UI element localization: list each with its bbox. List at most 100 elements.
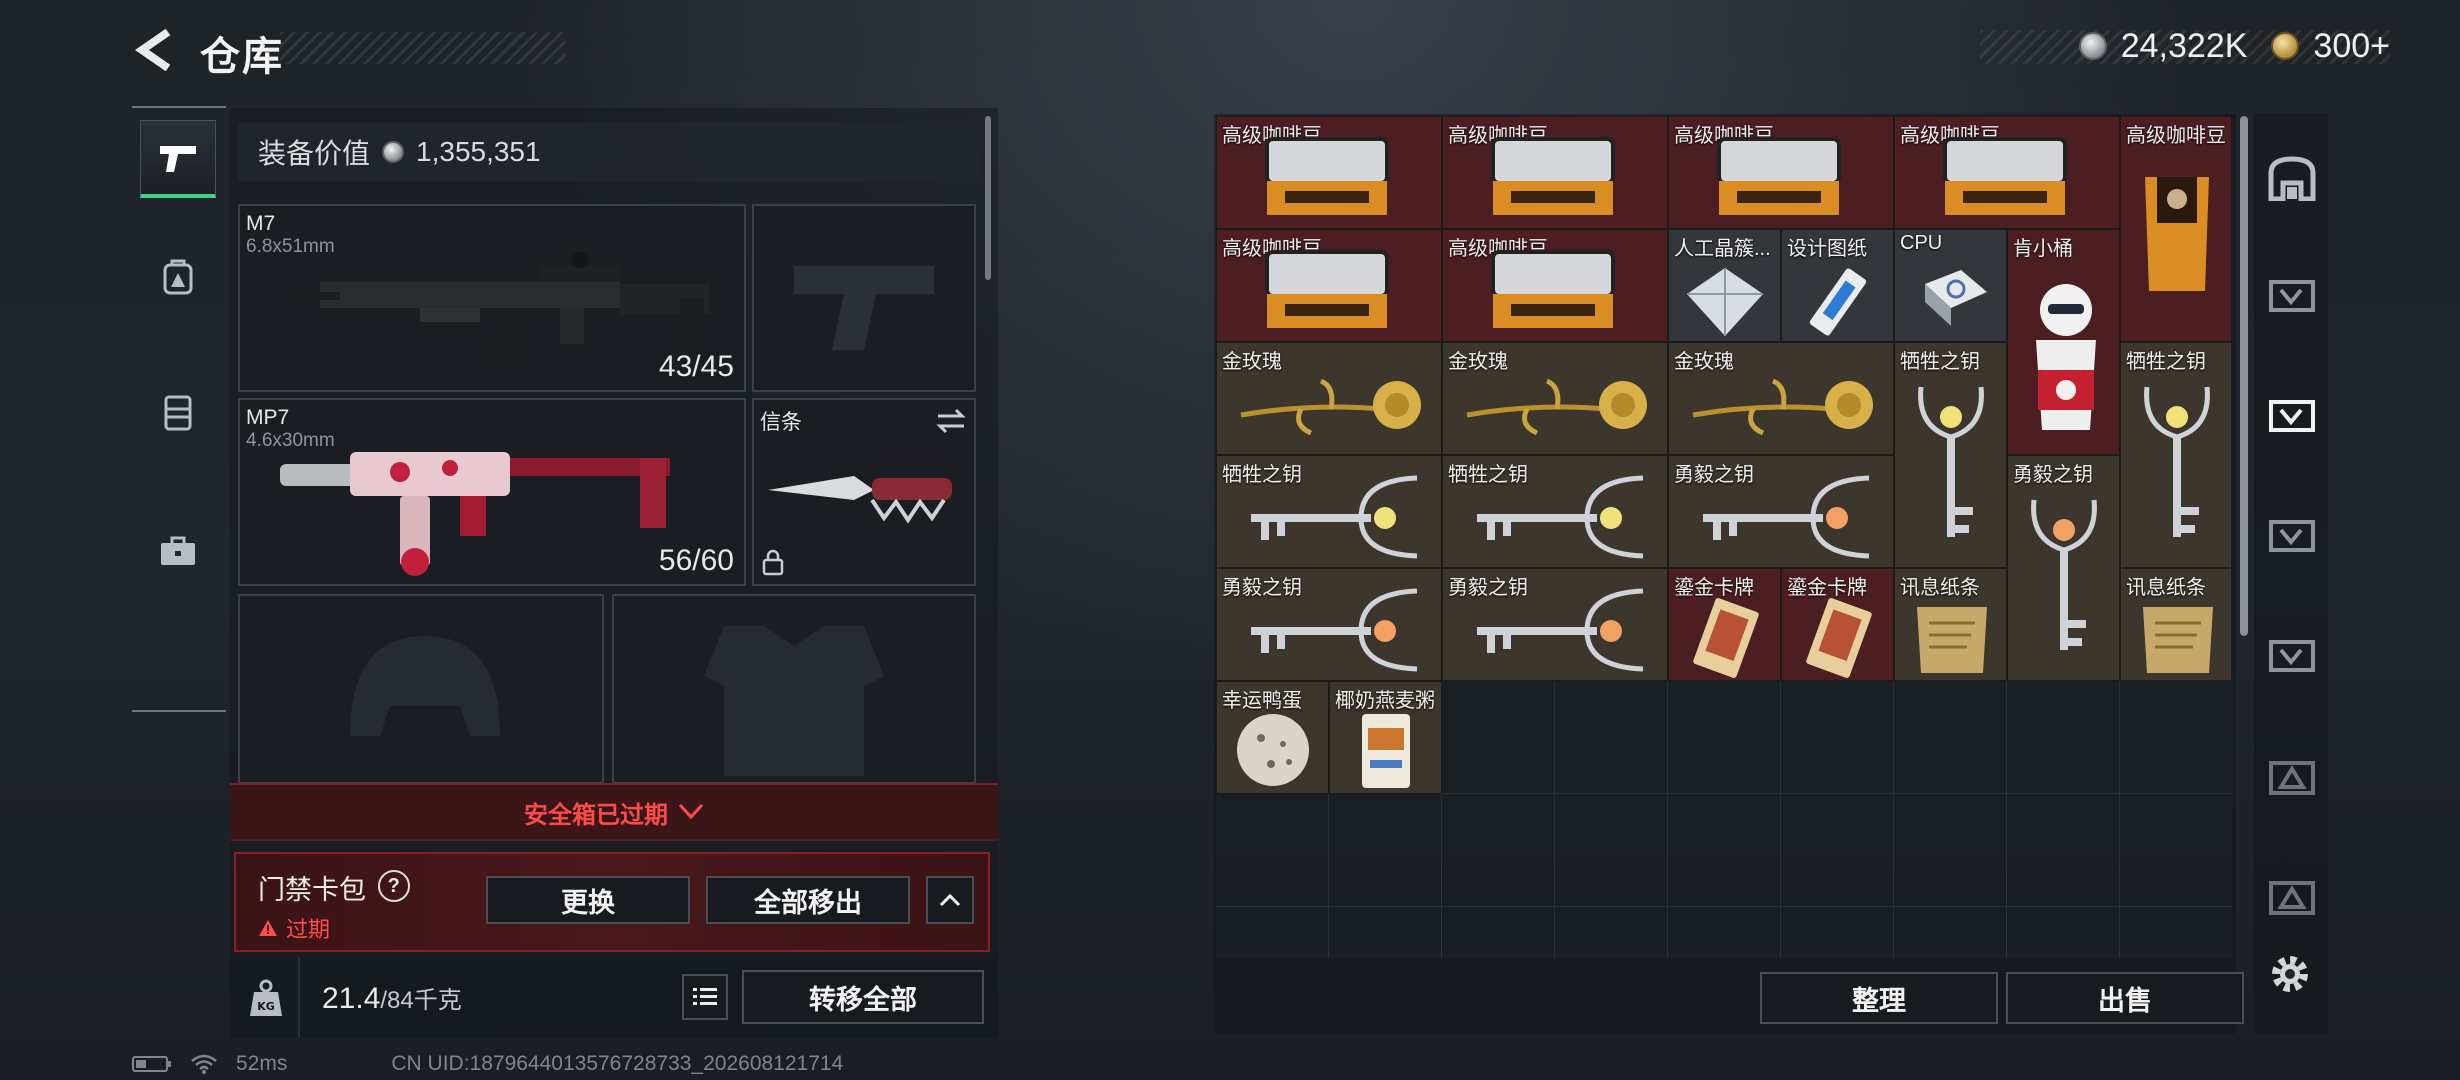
collapse-button[interactable]	[926, 876, 974, 924]
sort-button[interactable]: 整理	[1760, 972, 1998, 1024]
grid-item-design-blueprint[interactable]: 设计图纸	[1781, 229, 1894, 342]
replace-button[interactable]: 更换	[486, 876, 690, 924]
max-weight: /84千克	[380, 987, 462, 1014]
grid-item-gilded-card[interactable]: 鎏金卡牌	[1668, 568, 1781, 681]
key-vertical-icon	[2031, 499, 2097, 650]
help-icon[interactable]: ?	[371, 863, 417, 909]
equipment-scrollbar[interactable]	[985, 116, 991, 280]
grid-cell[interactable]	[1894, 907, 2007, 958]
grid-cell[interactable]	[1668, 794, 1781, 907]
grid-cell[interactable]	[1781, 907, 1894, 958]
grid-item-valor-key[interactable]: 勇毅之钥	[2007, 455, 2120, 681]
grid-item-sacrifice-key[interactable]: 牺牲之钥	[1216, 455, 1442, 568]
grid-item-kfc-bucket[interactable]: 肯小桶	[2007, 229, 2120, 455]
grid-cell[interactable]	[2120, 794, 2232, 907]
rail-container-tab-3[interactable]	[2264, 508, 2320, 564]
rail-container-tab-1[interactable]	[2264, 268, 2320, 324]
grid-cell[interactable]	[1668, 907, 1781, 958]
grid-item-coffee-beans[interactable]: 高级咖啡豆	[1894, 116, 2120, 229]
grid-cell[interactable]	[2007, 681, 2120, 794]
grid-item-message-note[interactable]: 讯息纸条	[1894, 568, 2007, 681]
grid-item-gold-rose[interactable]: 金玫瑰	[1668, 342, 1894, 455]
helmet-slot[interactable]	[238, 594, 604, 784]
melee-slot[interactable]: 信条	[752, 398, 976, 586]
grid-cell[interactable]	[1442, 907, 1555, 958]
item-label: CPU	[1900, 232, 1943, 254]
rail-container-tab-6[interactable]	[2264, 868, 2320, 924]
grid-item-sacrifice-key[interactable]: 牺牲之钥	[2120, 342, 2232, 568]
access-card-pack: 门禁卡包 ? 过期 更换 全部移出	[234, 852, 990, 952]
grid-item-coconut-oatmeal[interactable]: 椰奶燕麦粥	[1329, 681, 1442, 794]
grid-cell[interactable]	[2007, 794, 2120, 907]
list-view-button[interactable]	[682, 974, 728, 1020]
grid-cell[interactable]	[1781, 681, 1894, 794]
back-button[interactable]	[128, 22, 180, 78]
rail-case-tab[interactable]	[140, 512, 216, 590]
grid-item-sacrifice-key[interactable]: 牺牲之钥	[1894, 342, 2007, 568]
wifi-icon	[191, 1054, 217, 1074]
secondary-weapon-slot[interactable]: MP7 4.6x30mm 56/60	[238, 398, 746, 586]
grid-item-message-note[interactable]: 讯息纸条	[2120, 568, 2232, 681]
grid-cell[interactable]	[1442, 794, 1555, 907]
grid-cell[interactable]	[1216, 907, 1329, 958]
grid-item-coffee-beans[interactable]: 高级咖啡豆	[1216, 116, 1442, 229]
rail-weapon-tab[interactable]	[140, 120, 216, 198]
grid-item-coffee-beans[interactable]: 高级咖啡豆	[1442, 229, 1668, 342]
remove-all-button[interactable]: 全部移出	[706, 876, 910, 924]
grid-item-cpu[interactable]: CPU	[1894, 229, 2007, 342]
grid-cell[interactable]	[1894, 681, 2007, 794]
rail-backpack-tab[interactable]	[140, 238, 216, 316]
swap-icon[interactable]	[936, 408, 966, 434]
grid-item-sacrifice-key[interactable]: 牺牲之钥	[1442, 455, 1668, 568]
body-armor-slot[interactable]	[612, 594, 976, 784]
grid-cell[interactable]	[1555, 794, 1668, 907]
grid-item-lucky-duck-egg[interactable]: 幸运鸭蛋	[1216, 681, 1329, 794]
rail-storage-tab[interactable]	[2264, 150, 2320, 206]
grid-item-gold-rose[interactable]: 金玫瑰	[1442, 342, 1668, 455]
grid-item-coffee-beans[interactable]: 高级咖啡豆	[1668, 116, 1894, 229]
pistol-placeholder-icon	[794, 266, 934, 350]
rail-container-tab-2[interactable]	[2264, 388, 2320, 444]
grid-cell[interactable]	[1329, 907, 1442, 958]
safe-case-expired-bar[interactable]: 安全箱已过期	[230, 783, 998, 841]
grid-item-gold-rose[interactable]: 金玫瑰	[1216, 342, 1442, 455]
secondary-weapon-ammo: 56/60	[658, 544, 734, 577]
safe-case-expired-label: 安全箱已过期	[524, 801, 668, 829]
sell-button[interactable]: 出售	[2006, 972, 2244, 1024]
rail-container-tab-5[interactable]	[2264, 748, 2320, 804]
grid-cell[interactable]	[2120, 907, 2232, 958]
grid-item-coffee-beans[interactable]: 高级咖啡豆	[1216, 229, 1442, 342]
grid-cell[interactable]	[2007, 907, 2120, 958]
grid-cell[interactable]	[2120, 681, 2232, 794]
paper-note-icon	[1917, 607, 1987, 673]
settings-button[interactable]	[2264, 948, 2316, 1000]
transfer-all-button[interactable]: 转移全部	[742, 970, 984, 1024]
rail-container-tab-4[interactable]	[2264, 628, 2320, 684]
item-label: 设计图纸	[1787, 238, 1867, 260]
grid-item-coffee-beans[interactable]: 高级咖啡豆	[2120, 116, 2232, 342]
silver-currency-amount: 24,322K	[2120, 26, 2248, 65]
grid-cell[interactable]	[1329, 794, 1442, 907]
grid-cell[interactable]	[1216, 794, 1329, 907]
coffee-bag-icon	[1491, 250, 1615, 328]
grid-item-valor-key[interactable]: 勇毅之钥	[1668, 455, 1894, 568]
grid-cell[interactable]	[1555, 681, 1668, 794]
storage-icon	[2268, 156, 2316, 201]
rail-vest-tab[interactable]	[140, 374, 216, 452]
grid-item-coffee-beans[interactable]: 高级咖啡豆	[1442, 116, 1668, 229]
warehouse-scrollbar[interactable]	[2240, 116, 2248, 636]
pistol-slot[interactable]	[752, 204, 976, 392]
warehouse-grid: 高级咖啡豆 高级咖啡豆 高级咖啡豆 高级咖啡豆 高级咖啡豆 高级咖啡豆 高级咖啡…	[1216, 116, 2232, 958]
locked-container-icon	[2269, 761, 2315, 795]
grid-cell[interactable]	[1668, 681, 1781, 794]
grid-cell[interactable]	[1781, 794, 1894, 907]
grid-cell[interactable]	[1894, 794, 2007, 907]
grid-item-valor-key[interactable]: 勇毅之钥	[1216, 568, 1442, 681]
grid-item-artificial-crystal[interactable]: 人工晶簇...	[1668, 229, 1781, 342]
grid-cell[interactable]	[1442, 681, 1555, 794]
item-label: 椰奶燕麦粥	[1335, 690, 1435, 712]
primary-weapon-slot[interactable]: M7 6.8x51mm 43/45	[238, 204, 746, 392]
grid-item-gilded-card[interactable]: 鎏金卡牌	[1781, 568, 1894, 681]
grid-item-valor-key[interactable]: 勇毅之钥	[1442, 568, 1668, 681]
grid-cell[interactable]	[1555, 907, 1668, 958]
